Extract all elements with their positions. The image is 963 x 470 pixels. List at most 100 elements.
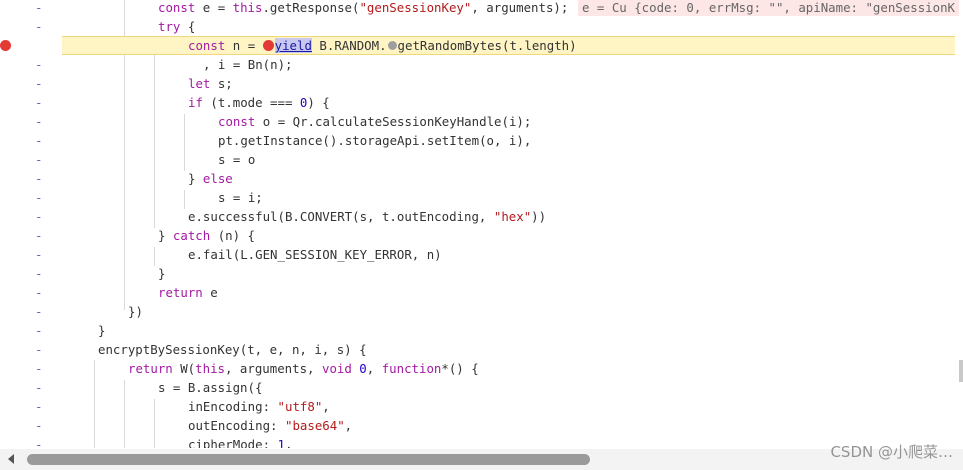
code-line[interactable]: - } else <box>0 169 963 188</box>
line-gutter[interactable]: - <box>0 112 60 131</box>
code-line[interactable]: - s = o <box>0 150 963 169</box>
line-marker: - <box>35 209 43 224</box>
line-marker: - <box>35 266 43 281</box>
code-line[interactable]: - encryptBySessionKey(t, e, n, i, s) { <box>0 340 963 359</box>
line-gutter[interactable]: - <box>0 226 60 245</box>
code-text: } <box>98 323 106 338</box>
code-text: } catch (n) { <box>158 228 255 243</box>
line-gutter[interactable]: - <box>0 416 60 435</box>
code-text: const e = this.getResponse("genSessionKe… <box>158 0 569 15</box>
line-marker: - <box>35 304 43 319</box>
line-gutter[interactable]: - <box>0 150 60 169</box>
line-gutter[interactable]: - <box>0 302 60 321</box>
line-gutter[interactable]: - <box>0 359 60 378</box>
line-marker: - <box>35 399 43 414</box>
line-gutter[interactable]: - <box>0 340 60 359</box>
code-line[interactable]: - return e <box>0 283 963 302</box>
code-line[interactable]: - } <box>0 264 963 283</box>
line-gutter[interactable]: - <box>0 17 60 36</box>
code-text: return e <box>158 285 218 300</box>
line-marker: - <box>35 171 43 186</box>
line-gutter[interactable]: - <box>0 131 60 150</box>
code-line[interactable]: - pt.getInstance().storageApi.setItem(o,… <box>0 131 963 150</box>
line-marker: - <box>35 247 43 262</box>
line-gutter[interactable]: - <box>0 321 60 340</box>
line-marker: - <box>35 361 43 376</box>
code-text: encryptBySessionKey(t, e, n, i, s) { <box>98 342 367 357</box>
code-line[interactable]: - const o = Qr.calculateSessionKeyHandle… <box>0 112 963 131</box>
code-editor: - const e = this.getResponse("genSession… <box>0 0 963 448</box>
line-gutter[interactable]: - <box>0 207 60 226</box>
code-text: outEncoding: "base64", <box>188 418 353 433</box>
code-text: if (t.mode === 0) { <box>188 95 330 110</box>
code-text: return W(this, arguments, void 0, functi… <box>128 361 479 376</box>
line-gutter[interactable]: - <box>0 188 60 207</box>
line-gutter[interactable]: - <box>0 93 60 112</box>
line-marker: - <box>35 19 43 34</box>
line-marker: - <box>35 133 43 148</box>
inline-breakpoint-inactive-icon[interactable] <box>387 41 397 50</box>
code-text: try { <box>158 19 196 34</box>
inline-value-annotation: e = Cu {code: 0, errMsg: "", apiName: "g… <box>578 0 959 16</box>
code-text: s = B.assign({ <box>158 380 263 395</box>
line-marker: - <box>35 342 43 357</box>
code-text: const n = yield B.RANDOM. getRandomBytes(… <box>188 38 577 53</box>
horizontal-scrollbar-thumb[interactable] <box>27 454 590 465</box>
line-marker: - <box>35 380 43 395</box>
code-text: let s; <box>188 76 233 91</box>
line-marker: - <box>35 76 43 91</box>
line-gutter[interactable]: - <box>0 435 60 448</box>
line-marker: - <box>35 190 43 205</box>
code-line[interactable]: - return W(this, arguments, void 0, func… <box>0 359 963 378</box>
inline-breakpoint-icon[interactable] <box>262 40 274 51</box>
line-marker: - <box>35 323 43 338</box>
line-marker: - <box>35 418 43 433</box>
line-gutter[interactable]: - <box>0 264 60 283</box>
code-line[interactable]: - outEncoding: "base64", <box>0 416 963 435</box>
line-gutter[interactable]: - <box>0 245 60 264</box>
code-line[interactable]: - cipherMode: 1, <box>0 435 963 448</box>
line-gutter[interactable]: - <box>0 74 60 93</box>
code-text: , i = Bn(n); <box>203 57 293 72</box>
code-text: } else <box>188 171 233 186</box>
breakpoint-icon[interactable] <box>0 40 11 51</box>
code-line[interactable]: - const n = yield B.RANDOM. getRandomByte… <box>0 36 963 91</box>
line-marker: - <box>35 228 43 243</box>
code-line[interactable]: - s = B.assign({ <box>0 378 963 397</box>
line-marker: - <box>35 285 43 300</box>
code-line[interactable]: - }) <box>0 302 963 321</box>
line-marker: - <box>35 437 43 448</box>
code-text: const o = Qr.calculateSessionKeyHandle(i… <box>218 114 532 129</box>
line-gutter[interactable]: - <box>0 0 60 17</box>
line-gutter[interactable]: - <box>0 169 60 188</box>
code-line[interactable]: - inEncoding: "utf8", <box>0 397 963 416</box>
line-marker: - <box>35 57 43 72</box>
horizontal-scrollbar[interactable] <box>0 449 963 470</box>
vertical-scrollbar-marker[interactable] <box>959 360 963 382</box>
code-line[interactable]: - s = i; <box>0 188 963 207</box>
line-marker: - <box>35 114 43 129</box>
code-line[interactable]: - if (t.mode === 0) { <box>0 93 963 112</box>
line-marker: - <box>35 152 43 167</box>
code-line[interactable]: - try { <box>0 17 963 36</box>
code-line[interactable]: - const e = this.getResponse("genSession… <box>0 0 963 17</box>
code-line[interactable]: - e.fail(L.GEN_SESSION_KEY_ERROR, n) <box>0 245 963 264</box>
code-text: s = i; <box>218 190 263 205</box>
line-gutter[interactable]: - <box>0 397 60 416</box>
code-text: e.successful(B.CONVERT(s, t.outEncoding,… <box>188 209 547 224</box>
code-text: pt.getInstance().storageApi.setItem(o, i… <box>218 133 532 148</box>
code-line[interactable]: - } catch (n) { <box>0 226 963 245</box>
code-line[interactable]: - e.successful(B.CONVERT(s, t.outEncodin… <box>0 207 963 226</box>
line-gutter[interactable]: - <box>0 55 60 74</box>
watermark: CSDN @小爬菜… <box>830 443 953 461</box>
line-gutter[interactable]: - <box>0 36 60 91</box>
code-line[interactable]: - } <box>0 321 963 340</box>
line-gutter[interactable]: - <box>0 378 60 397</box>
line-marker: - <box>35 95 43 110</box>
line-gutter[interactable]: - <box>0 283 60 302</box>
code-text: e.fail(L.GEN_SESSION_KEY_ERROR, n) <box>188 247 442 262</box>
code-line[interactable]: - , i = Bn(n); <box>0 55 963 74</box>
code-line[interactable]: - let s; <box>0 74 963 93</box>
scroll-left-arrow-icon[interactable] <box>8 454 14 464</box>
code-text: }) <box>128 304 143 319</box>
